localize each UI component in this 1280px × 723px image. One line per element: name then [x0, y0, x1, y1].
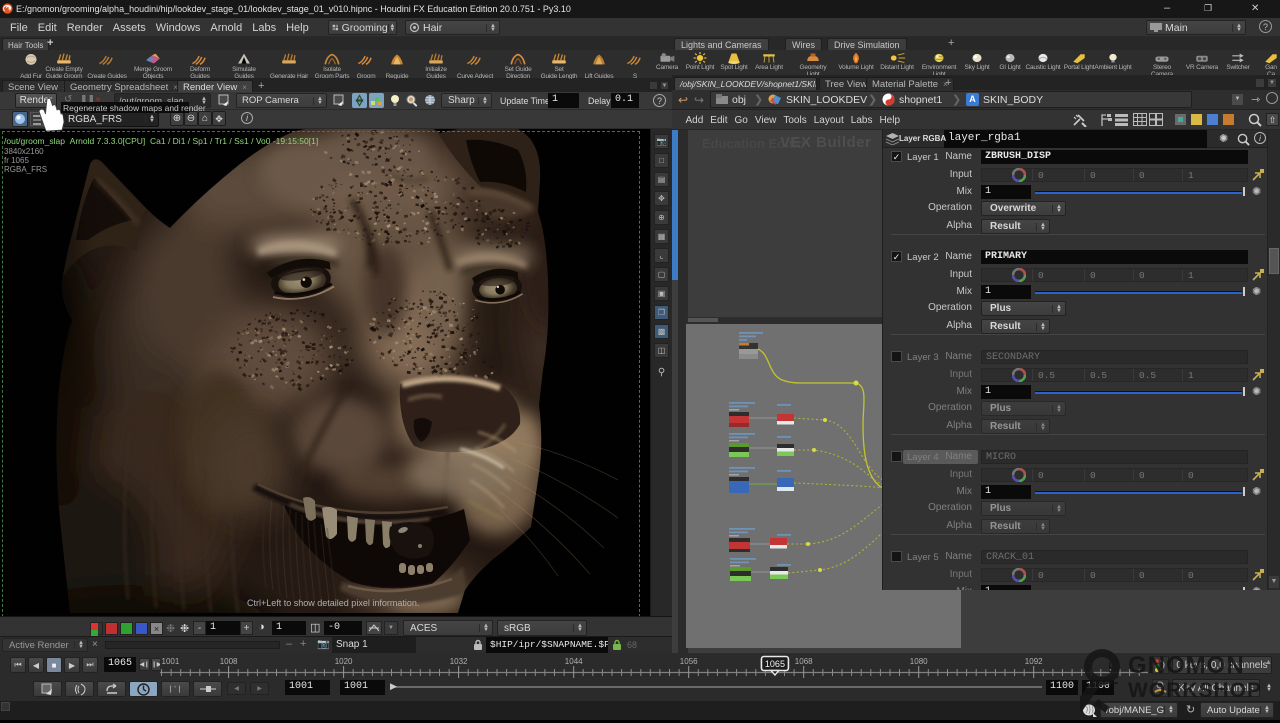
svg-text:1008: 1008: [220, 657, 238, 666]
svg-text:1020: 1020: [335, 657, 353, 666]
svg-text:1068: 1068: [795, 657, 813, 666]
svg-text:1080: 1080: [910, 657, 928, 666]
svg-text:1001: 1001: [162, 657, 180, 666]
svg-text:WORKSHOP: WORKSHOP: [1128, 679, 1262, 702]
svg-text:1056: 1056: [680, 657, 698, 666]
svg-text:1092: 1092: [1025, 657, 1043, 666]
svg-text:1032: 1032: [450, 657, 468, 666]
svg-text:1044: 1044: [565, 657, 583, 666]
svg-text:1065: 1065: [765, 659, 785, 669]
svg-text:GNOMON: GNOMON: [1128, 652, 1245, 679]
